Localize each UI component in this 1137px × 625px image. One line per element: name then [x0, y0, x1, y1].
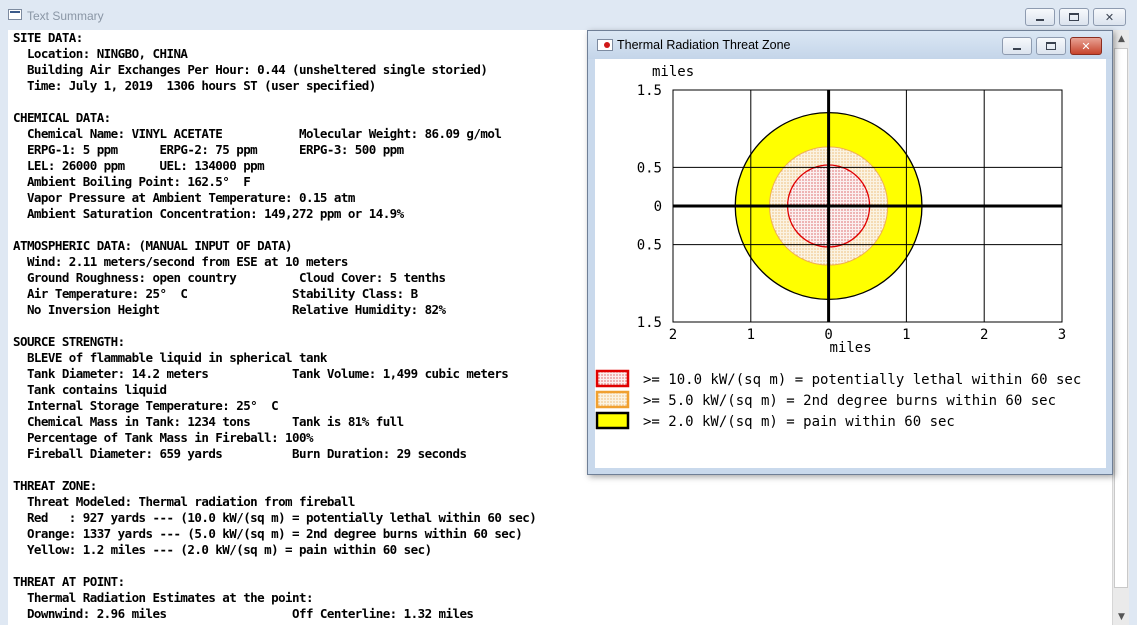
- maximize-button[interactable]: [1059, 8, 1089, 26]
- summary-line: LEL: 26000 ppm UEL: 134000 ppm: [13, 158, 265, 173]
- threat-zone-window[interactable]: Thermal Radiation Threat Zone ✕ miles 1.…: [587, 30, 1113, 475]
- summary-line: Threat Modeled: Thermal radiation from f…: [13, 494, 355, 509]
- threat-zone-titlebar[interactable]: Thermal Radiation Threat Zone ✕: [588, 31, 1112, 59]
- close-icon: ✕: [1104, 10, 1115, 24]
- scroll-thumb[interactable]: [1114, 48, 1128, 588]
- maximize-icon: [1069, 13, 1079, 21]
- summary-line: [13, 318, 536, 334]
- summary-line: Orange: 1337 yards --- (5.0 kW/(sq m) = …: [13, 526, 523, 541]
- y-tick-label: 0.5: [637, 238, 662, 254]
- threat-app-icon: [597, 39, 613, 51]
- threat-minimize-button[interactable]: [1002, 37, 1032, 55]
- summary-line: SOURCE STRENGTH:: [13, 334, 125, 349]
- x-tick-label: 1: [902, 327, 910, 343]
- summary-line: [13, 222, 536, 238]
- summary-line: Chemical Name: VINYL ACETATE Molecular W…: [13, 126, 502, 141]
- summary-line: Time: July 1, 2019 1306 hours ST (user s…: [13, 78, 376, 93]
- y-unit-label: miles: [652, 64, 694, 80]
- close-icon: ✕: [1081, 39, 1091, 53]
- y-tick-label: 0: [654, 199, 662, 215]
- summary-line: SITE DATA:: [13, 30, 83, 45]
- summary-line: No Inversion Height Relative Humidity: 8…: [13, 302, 446, 317]
- threat-zone-plot: miles1.50.500.51.52 1 0 1 2 3miles>= 10.0 kW/…: [595, 64, 1081, 430]
- y-tick-label: 1.5: [637, 83, 662, 99]
- summary-line: Ground Roughness: open country Cloud Cov…: [13, 270, 446, 285]
- x-tick-label: 1: [747, 327, 755, 343]
- y-tick-label: 0.5: [637, 160, 662, 176]
- legend-swatch-orange: [595, 390, 630, 409]
- summary-line: Air Temperature: 25° C Stability Class: …: [13, 286, 418, 301]
- x-unit-label: miles: [830, 340, 872, 356]
- threat-zone-plot-area: miles 1.5 0.5 0 0.5 1.5 2 1 0 1 2 3 miles >= 10.0 kW/…: [595, 59, 1106, 468]
- legend-swatch-yellow: [595, 411, 630, 430]
- summary-line: [13, 558, 536, 574]
- app-icon: [8, 9, 22, 20]
- summary-line: Yellow: 1.2 miles --- (2.0 kW/(sq m) = p…: [13, 542, 432, 557]
- summary-line: CHEMICAL DATA:: [13, 110, 111, 125]
- minimize-button[interactable]: [1025, 8, 1055, 26]
- window-title: Text Summary: [27, 9, 104, 23]
- summary-line: Building Air Exchanges Per Hour: 0.44 (u…: [13, 62, 488, 77]
- close-button[interactable]: ✕: [1093, 8, 1126, 26]
- vertical-scrollbar[interactable]: ▲ ▼: [1112, 30, 1129, 625]
- legend-label: >= 5.0 kW/(sq m) = 2nd degree burns with…: [643, 393, 1056, 409]
- x-tick-label: 2: [980, 327, 988, 343]
- summary-line: THREAT ZONE:: [13, 478, 97, 493]
- summary-line: Percentage of Tank Mass in Fireball: 100…: [13, 430, 314, 445]
- summary-line: [13, 462, 536, 478]
- summary-line: Location: NINGBO, CHINA: [13, 46, 188, 61]
- summary-line: BLEVE of flammable liquid in spherical t…: [13, 350, 328, 365]
- summary-text: SITE DATA: Location: NINGBO, CHINA Build…: [13, 30, 537, 622]
- summary-line: Ambient Boiling Point: 162.5° F: [13, 174, 251, 189]
- summary-line: Tank contains liquid: [13, 382, 167, 397]
- summary-line: Ambient Saturation Concentration: 149,27…: [13, 206, 404, 221]
- y-tick-label: 1.5: [637, 315, 662, 331]
- summary-line: ATMOSPHERIC DATA: (MANUAL INPUT OF DATA): [13, 238, 293, 253]
- summary-line: Thermal Radiation Estimates at the point…: [13, 590, 314, 605]
- minimize-icon: [1013, 48, 1021, 50]
- scroll-up-arrow-icon[interactable]: ▲: [1113, 30, 1130, 47]
- text-summary-titlebar[interactable]: Text Summary ✕: [0, 0, 1137, 30]
- legend-swatch-red: [595, 369, 630, 388]
- threat-maximize-button[interactable]: [1036, 37, 1066, 55]
- legend-label: >= 10.0 kW/(sq m) = potentially lethal w…: [643, 372, 1081, 388]
- summary-line: Red : 927 yards --- (10.0 kW/(sq m) = po…: [13, 510, 537, 525]
- threat-close-button[interactable]: ✕: [1070, 37, 1102, 55]
- summary-line: ERPG-1: 5 ppm ERPG-2: 75 ppm ERPG-3: 500…: [13, 142, 404, 157]
- summary-line: Internal Storage Temperature: 25° C: [13, 398, 279, 413]
- summary-line: Chemical Mass in Tank: 1234 tons Tank is…: [13, 414, 404, 429]
- scroll-down-arrow-icon[interactable]: ▼: [1113, 608, 1130, 625]
- summary-line: Downwind: 2.96 miles Off Centerline: 1.3…: [13, 606, 474, 621]
- minimize-icon: [1036, 19, 1044, 21]
- threat-window-title: Thermal Radiation Threat Zone: [617, 38, 791, 52]
- x-tick-label: 3: [1058, 327, 1066, 343]
- maximize-icon: [1046, 42, 1056, 50]
- summary-line: Vapor Pressure at Ambient Temperature: 0…: [13, 190, 355, 205]
- legend-label: >= 2.0 kW/(sq m) = pain within 60 sec: [643, 414, 955, 430]
- x-tick-label: 2: [669, 327, 677, 343]
- summary-line: Tank Diameter: 14.2 meters Tank Volume: …: [13, 366, 509, 381]
- summary-line: THREAT AT POINT:: [13, 574, 125, 589]
- summary-line: Wind: 2.11 meters/second from ESE at 10 …: [13, 254, 348, 269]
- summary-line: [13, 94, 536, 110]
- summary-line: Fireball Diameter: 659 yards Burn Durati…: [13, 446, 467, 461]
